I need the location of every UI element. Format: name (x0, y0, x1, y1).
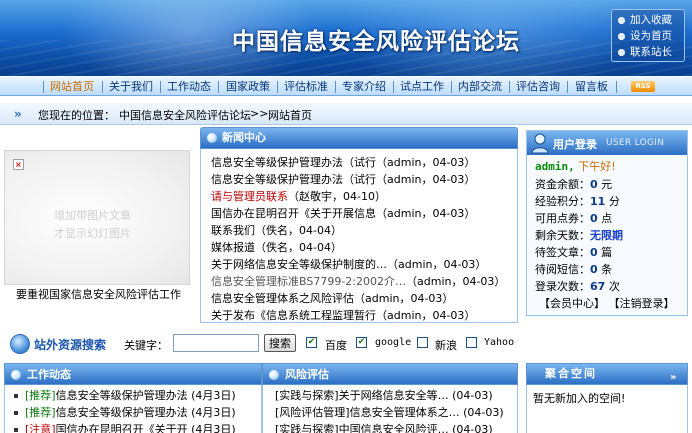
google-checkbox[interactable]: ✔ (356, 337, 367, 348)
work-news-item[interactable]: [推荐]信息安全等级保护管理办法 (4月3日) (14, 405, 236, 421)
nav-work-news[interactable]: 工作动态 (167, 80, 211, 94)
login-row-pending-articles: 待签文章：0 篇 (535, 246, 613, 259)
search-logo-text: 站外资源搜索 (34, 338, 107, 352)
keyword-label: 关键字： (124, 339, 168, 352)
nav-standards[interactable]: 评估标准 (284, 80, 328, 94)
news-item[interactable]: 请与管理员联系（赵敬宇，04-10） (211, 189, 386, 205)
aggregate-space-header: 聚合空间 » (526, 363, 688, 385)
site-title: 中国信息安全风险评估论坛 (232, 28, 520, 55)
news-center-header: 新闻中心 (200, 127, 518, 149)
user-login-panel: 用户登录 USER LOGIN admin, 下午好! 资金余额：0 元 经验积… (526, 130, 688, 316)
news-item[interactable]: 信息安全等级保护管理办法（试行（admin，04-03） (211, 172, 475, 188)
nav-home[interactable]: 网站首页 (50, 80, 94, 94)
work-news-list: [推荐]信息安全等级保护管理办法 (4月3日) [推荐]信息安全等级保护管理办法… (4, 385, 262, 433)
login-row-coupons: 可用点券：0 点 (535, 212, 613, 225)
logout-link[interactable]: 【注销登录】 (609, 297, 675, 310)
login-row-unread-messages: 待阅短信：0 条 (535, 263, 613, 276)
slideshow-placeholder-line1: 增加带图片文章 (54, 209, 131, 222)
login-row-points: 经验积分：11 分 (535, 195, 620, 208)
nav-internal[interactable]: 内部交流 (458, 80, 502, 94)
google-label: google (375, 337, 412, 348)
yahoo-label: Yahoo (484, 337, 515, 348)
bullet-icon (618, 48, 625, 56)
news-item[interactable]: 信息安全等级保护管理办法（试行（admin，04-03） (211, 155, 475, 171)
risk-item[interactable]: [实践与探索]关于网络信息安全等… (04-03) (275, 388, 493, 404)
breadcrumb-site-link[interactable]: 中国信息安全风险评估论坛 (119, 107, 251, 123)
main-nav: 网站首页 关于我们 工作动态 国家政策 评估标准 专家介绍 试点工作 内部交流 … (0, 76, 692, 96)
globe-icon (207, 133, 217, 143)
news-item[interactable]: 信息安全管理标准BS7799-2:2002介…（admin，04-03） (211, 274, 505, 290)
risk-assessment-header: 风险评估 (262, 363, 518, 385)
login-row-days: 剩余天数：无限期 (535, 229, 623, 242)
sina-checkbox[interactable] (417, 337, 428, 348)
risk-item[interactable]: [风险评估管理]信息安全管理体系之… (04-03) (275, 405, 504, 421)
slideshow[interactable]: × 增加带图片文章 才显示幻灯图片 (4, 150, 190, 285)
risk-assessment-list: [实践与探索]关于网络信息安全等… (04-03) [风险评估管理]信息安全管理… (262, 385, 518, 433)
username: admin, (535, 160, 575, 173)
user-login-subtitle: USER LOGIN (606, 138, 665, 148)
quick-links: 加入收藏 设为首页 联系站长 (611, 9, 685, 62)
work-news-item[interactable]: [推荐]信息安全等级保护管理办法 (4月3日) (14, 388, 236, 404)
breadcrumb-label: 您现在的位置： (38, 109, 115, 122)
aggregate-space-body: 暂无新加入的空间! (526, 385, 688, 433)
news-item[interactable]: 关于发布《信息系统工程监理暂行（admin，04-03） (211, 308, 475, 324)
news-center: 新闻中心 信息安全等级保护管理办法（试行（admin，04-03） 信息安全等级… (200, 127, 518, 323)
nav-about[interactable]: 关于我们 (109, 80, 153, 94)
aggregate-space-empty-text: 暂无新加入的空间! (533, 392, 626, 405)
external-search-bar: 站外资源搜索 关键字： 搜索 ✔ 百度 ✔ google 新浪 Yahoo (0, 330, 520, 356)
bullet-icon (618, 16, 625, 24)
slideshow-placeholder-line2: 才显示幻灯图片 (54, 227, 131, 240)
globe-icon (11, 370, 21, 380)
news-item[interactable]: 关于网络信息安全等级保护制度的…（admin，04-03） (211, 257, 486, 273)
user-icon (531, 133, 549, 154)
search-button[interactable]: 搜索 (264, 334, 296, 352)
aggregate-space-title: 聚合空间 (545, 367, 597, 380)
risk-item[interactable]: [实践与探索]中国信息安全风险评… (04-03) (275, 422, 493, 433)
site-banner: 中国信息安全风险评估论坛 加入收藏 设为首页 联系站长 (0, 0, 692, 76)
login-row-balance: 资金余额：0 元 (535, 178, 613, 191)
work-news-item[interactable]: [注意]国信办在昆明召开《关于开 (4月3日) (14, 422, 236, 433)
user-login-title: 用户登录 (553, 138, 597, 151)
nav-pilot[interactable]: 试点工作 (400, 80, 444, 94)
login-links: 【会员中心】 【注销登录】 (539, 295, 675, 311)
breadcrumb-separator: >> (250, 107, 269, 120)
contact-admin-link[interactable]: 联系站长 (618, 44, 672, 60)
broken-image-icon: × (13, 159, 24, 170)
nav-policy[interactable]: 国家政策 (226, 80, 270, 94)
keyword-input[interactable] (173, 334, 259, 352)
news-item[interactable]: 信息安全管理体系之风险评估（admin，04-03） (211, 291, 453, 307)
nav-consult[interactable]: 评估咨询 (516, 80, 560, 94)
baidu-label: 百度 (325, 339, 347, 352)
slideshow-caption[interactable]: 要重视国家信息安全风险评估工作 (16, 286, 181, 302)
breadcrumb-current: 网站首页 (268, 109, 312, 122)
news-item[interactable]: 联系我们（佚名，04-04） (211, 223, 342, 239)
globe-icon (269, 370, 279, 380)
login-row-login-count: 登录次数：67 次 (535, 280, 620, 293)
bullet-icon (618, 32, 625, 40)
breadcrumb: » 您现在的位置： 中国信息安全风险评估论坛 >> 网站首页 (0, 103, 692, 125)
sina-label: 新浪 (435, 339, 457, 352)
nav-guestbook[interactable]: 留言板 (575, 80, 608, 94)
news-list: 信息安全等级保护管理办法（试行（admin，04-03） 信息安全等级保护管理办… (200, 149, 518, 323)
double-arrow-icon: » (14, 107, 22, 121)
rss-icon[interactable]: RSS (631, 81, 655, 92)
set-homepage-link[interactable]: 设为首页 (618, 28, 672, 44)
yahoo-checkbox[interactable] (466, 337, 477, 348)
member-center-link[interactable]: 【会员中心】 (539, 297, 605, 310)
work-news-header: 工作动态 (4, 363, 262, 385)
search-globe-icon (10, 334, 30, 354)
add-favorite-link[interactable]: 加入收藏 (618, 12, 672, 28)
nav-experts[interactable]: 专家介绍 (342, 80, 386, 94)
user-login-header: 用户登录 USER LOGIN (527, 131, 687, 155)
baidu-checkbox[interactable]: ✔ (306, 337, 317, 348)
news-item[interactable]: 媒体报道（佚名，04-04） (211, 240, 342, 256)
news-item[interactable]: 国信办在昆明召开《关于开展信息（admin，04-03） (211, 206, 475, 222)
greeting: admin, 下午好! (535, 160, 616, 173)
